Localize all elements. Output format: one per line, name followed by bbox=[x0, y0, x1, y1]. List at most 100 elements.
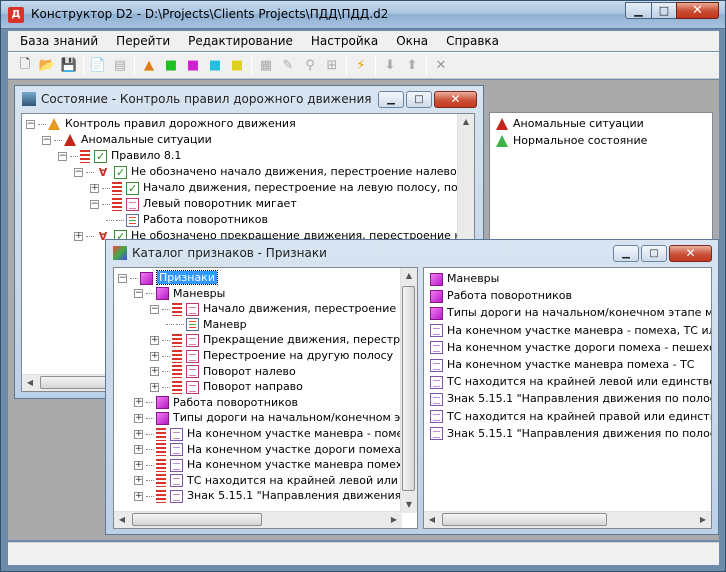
catalog-close-button[interactable]: ✕ bbox=[669, 245, 712, 262]
expand-icon[interactable]: + bbox=[134, 491, 143, 501]
expand-icon[interactable]: + bbox=[134, 429, 143, 439]
expand-icon[interactable]: + bbox=[150, 367, 159, 377]
tree-row[interactable]: − Маневры bbox=[134, 286, 225, 302]
catalog-minimize-button[interactable]: ▁ bbox=[613, 245, 639, 262]
menu-item-5[interactable]: Справка bbox=[437, 31, 508, 51]
yellow-cube-icon[interactable]: ■ bbox=[226, 55, 248, 77]
tree-row[interactable]: + На конечном участке маневра помеха - bbox=[134, 457, 417, 473]
expand-icon[interactable]: + bbox=[134, 413, 143, 423]
scroll-thumb[interactable] bbox=[442, 513, 607, 526]
catalog-list-pane[interactable]: Маневры Работа поворотников Типы дороги на… bbox=[423, 267, 712, 529]
minimize-button[interactable]: ▁ bbox=[625, 2, 652, 19]
tree-row[interactable]: + Поворот налево bbox=[150, 364, 296, 380]
list-item[interactable]: На конечном участке дороги помеха - пеше… bbox=[430, 340, 711, 356]
catalog-maximize-button[interactable]: □ bbox=[641, 245, 667, 262]
title-bar[interactable]: Д Конструктор D2 - D:\Projects\Clients P… bbox=[1, 1, 725, 29]
arrow-up-icon[interactable]: ⬆ bbox=[401, 55, 423, 77]
collapse-icon[interactable]: − bbox=[118, 273, 127, 283]
cyan-cube-icon[interactable]: ■ bbox=[204, 55, 226, 77]
catalog-tree-pane[interactable]: − Признаки − Маневры − Начало движения, перес… bbox=[113, 267, 418, 529]
menu-item-0[interactable]: База знаний bbox=[8, 31, 107, 51]
save-icon[interactable]: 💾 bbox=[58, 55, 80, 77]
open-folder-icon[interactable]: 📂 bbox=[36, 55, 58, 77]
new-file-icon[interactable]: 🗋 bbox=[14, 55, 36, 77]
list-item[interactable]: Типы дороги на начальном/конечном этапе … bbox=[430, 305, 711, 321]
tree-row[interactable]: − Начало движения, перестроение на bbox=[150, 301, 414, 317]
expand-icon[interactable]: + bbox=[134, 398, 143, 408]
catalog-tree-hscroll[interactable]: ◀ ▶ bbox=[114, 511, 402, 528]
scroll-left-arrow[interactable]: ◀ bbox=[114, 512, 130, 528]
expand-icon[interactable]: + bbox=[150, 382, 159, 392]
scroll-up-arrow[interactable]: ▲ bbox=[401, 268, 417, 284]
scroll-right-arrow[interactable]: ▶ bbox=[386, 512, 402, 528]
menu-item-1[interactable]: Перейти bbox=[107, 31, 179, 51]
maximize-button[interactable]: □ bbox=[651, 2, 677, 19]
edit-disabled-icon[interactable]: ✎ bbox=[277, 55, 299, 77]
collapse-icon[interactable]: − bbox=[42, 135, 51, 145]
expand-icon[interactable]: + bbox=[150, 335, 159, 345]
link-disabled-icon[interactable]: ⚲ bbox=[299, 55, 321, 77]
magenta-cube-icon[interactable]: ■ bbox=[182, 55, 204, 77]
state-minimize-button[interactable]: ▁ bbox=[378, 91, 404, 108]
expand-icon[interactable]: + bbox=[90, 183, 99, 193]
collapse-icon[interactable]: − bbox=[74, 167, 83, 177]
expand-icon[interactable]: + bbox=[74, 231, 83, 241]
catalog-tree-vscroll[interactable]: ▲ ▼ bbox=[400, 268, 417, 513]
state-window-titlebar[interactable]: Состояние - Контроль правил дорожного дв… bbox=[15, 86, 483, 112]
tree-row[interactable]: − Признаки bbox=[118, 270, 218, 286]
list-item[interactable]: Знак 5.15.1 "Направления движения по пол… bbox=[430, 426, 711, 442]
collapse-icon[interactable]: − bbox=[26, 119, 35, 129]
list-item[interactable]: На конечном участке маневра помеха - ТС bbox=[430, 357, 694, 373]
scroll-up-arrow[interactable]: ▲ bbox=[458, 114, 474, 130]
menu-item-3[interactable]: Настройка bbox=[302, 31, 387, 51]
menu-item-2[interactable]: Редактирование bbox=[179, 31, 302, 51]
tree-row[interactable]: + ТС находится на крайней левой или един bbox=[134, 473, 417, 489]
list-item[interactable]: На конечном участке маневра - помеха, ТС… bbox=[430, 323, 711, 339]
tree-row[interactable]: − Контроль правил дорожного движения bbox=[26, 116, 296, 132]
app-icon[interactable]: Д bbox=[8, 7, 24, 23]
doc-disabled-icon[interactable]: ▤ bbox=[109, 55, 131, 77]
collapse-icon[interactable]: − bbox=[58, 151, 67, 161]
doc-export-icon[interactable]: 📄 bbox=[87, 55, 109, 77]
tree-row[interactable]: + Прекращение движения, перестрое bbox=[150, 332, 414, 348]
arrow-down-icon[interactable]: ⬇ bbox=[379, 55, 401, 77]
list-item[interactable]: Нормальное состояние bbox=[496, 133, 647, 149]
scroll-left-arrow[interactable]: ◀ bbox=[424, 512, 440, 528]
tree-row[interactable]: + Перестроение на другую полосу bbox=[150, 348, 393, 364]
menu-item-4[interactable]: Окна bbox=[387, 31, 437, 51]
list-item[interactable]: Аномальные ситуации bbox=[496, 116, 644, 132]
collapse-icon[interactable]: − bbox=[134, 289, 143, 299]
state-maximize-button[interactable]: □ bbox=[406, 91, 432, 108]
collapse-icon[interactable]: − bbox=[150, 304, 159, 314]
expand-icon[interactable]: + bbox=[150, 351, 159, 361]
list-item[interactable]: Маневры bbox=[430, 271, 499, 287]
expand-icon[interactable]: + bbox=[134, 460, 143, 470]
tree-row[interactable]: − ∀ Не обозначено начало движения, перестр… bbox=[74, 164, 474, 181]
scroll-left-arrow[interactable]: ◀ bbox=[22, 375, 38, 391]
tree-row[interactable]: − Левый поворотник мигает bbox=[90, 196, 297, 212]
tree-row[interactable]: − Аномальные ситуации bbox=[42, 132, 212, 148]
list-item[interactable]: Знак 5.15.1 "Направления движения по пол… bbox=[430, 391, 711, 407]
catalog-list-hscroll[interactable]: ◀ ▶ bbox=[424, 511, 711, 528]
tree-row[interactable]: + Типы дороги на начальном/конечном этапе bbox=[134, 410, 417, 426]
tree-row[interactable]: + Работа поворотников bbox=[134, 395, 298, 411]
catalog-window-titlebar[interactable]: Каталог признаков - Признаки ▁ □ ✕ bbox=[106, 240, 718, 266]
scroll-thumb[interactable] bbox=[132, 513, 262, 526]
tree-row[interactable]: Работа поворотников bbox=[106, 212, 268, 228]
tree-row[interactable]: + Начало движения, перестроение на левую … bbox=[90, 180, 474, 197]
tree-row[interactable]: + Знак 5.15.1 "Направления движения по bbox=[134, 488, 417, 504]
list-item[interactable]: ТС находится на крайней правой или единс… bbox=[430, 409, 711, 425]
lightning-icon[interactable]: ⚡ bbox=[350, 55, 372, 77]
state-close-button[interactable]: ✕ bbox=[434, 91, 477, 108]
green-cube-icon[interactable]: ■ bbox=[160, 55, 182, 77]
tree-row[interactable]: Маневр bbox=[166, 317, 247, 333]
pyramid-icon[interactable]: ▲ bbox=[138, 55, 160, 77]
expand-icon[interactable]: + bbox=[134, 445, 143, 455]
box-disabled-icon[interactable]: ▦ bbox=[255, 55, 277, 77]
tree-disabled-icon[interactable]: ⊞ bbox=[321, 55, 343, 77]
tree-row[interactable]: + На конечном участке дороги помеха - пе bbox=[134, 442, 417, 458]
scroll-down-arrow[interactable]: ▼ bbox=[401, 497, 417, 513]
list-item[interactable]: ТС находится на крайней левой или единст… bbox=[430, 374, 711, 390]
expand-icon[interactable]: + bbox=[134, 476, 143, 486]
scroll-right-arrow[interactable]: ▶ bbox=[695, 512, 711, 528]
